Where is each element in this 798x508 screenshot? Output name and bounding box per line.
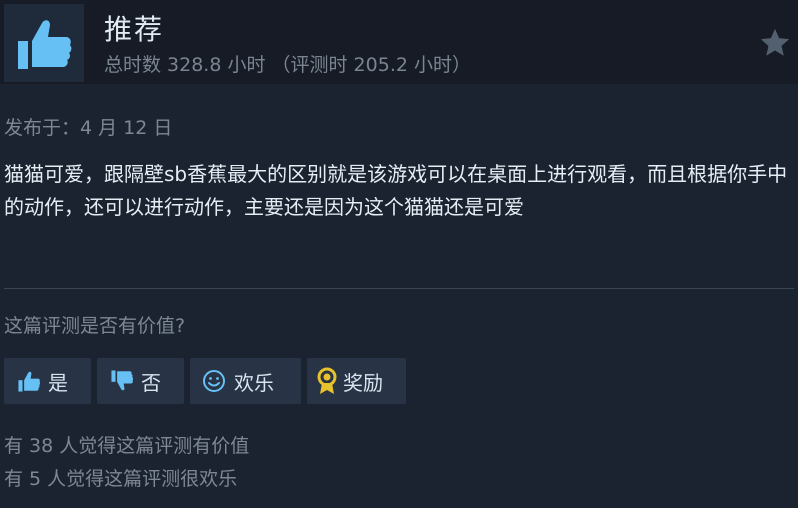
award-icon xyxy=(315,367,343,395)
recommendation-thumb-box xyxy=(4,4,84,82)
helpful-count: 有 38 人觉得这篇评测有价值 xyxy=(4,435,250,457)
thumbs-down-icon xyxy=(109,367,141,395)
recommendation-title: 推荐 xyxy=(104,13,165,46)
vote-no-button[interactable]: 否 xyxy=(97,358,184,404)
hours-played: 总时数 328.8 小时 （评测时 205.2 小时） xyxy=(104,54,471,76)
posted-date: 发布于：4 月 12 日 xyxy=(4,117,173,139)
vote-funny-button[interactable]: 欢乐 xyxy=(190,358,301,404)
vote-yes-button[interactable]: 是 xyxy=(4,358,91,404)
award-button[interactable]: 奖励 xyxy=(307,358,406,404)
review-body: 猫猫可爱，跟隔壁sb香蕉最大的区别就是该游戏可以在桌面上进行观看，而且根据你手中… xyxy=(4,162,788,219)
divider xyxy=(4,288,794,289)
vote-no-label: 否 xyxy=(141,370,161,395)
star-icon[interactable] xyxy=(758,26,792,60)
vote-funny-label: 欢乐 xyxy=(234,370,274,395)
thumbs-up-icon xyxy=(18,20,72,69)
smiley-icon xyxy=(202,367,234,395)
vote-yes-label: 是 xyxy=(48,370,68,395)
award-label: 奖励 xyxy=(343,370,383,395)
thumbs-up-icon xyxy=(16,367,48,395)
review-header: 推荐 总时数 328.8 小时 （评测时 205.2 小时） xyxy=(0,0,798,84)
helpful-question: 这篇评测是否有价值? xyxy=(4,315,186,337)
funny-count: 有 5 人觉得这篇评测很欢乐 xyxy=(4,468,238,490)
